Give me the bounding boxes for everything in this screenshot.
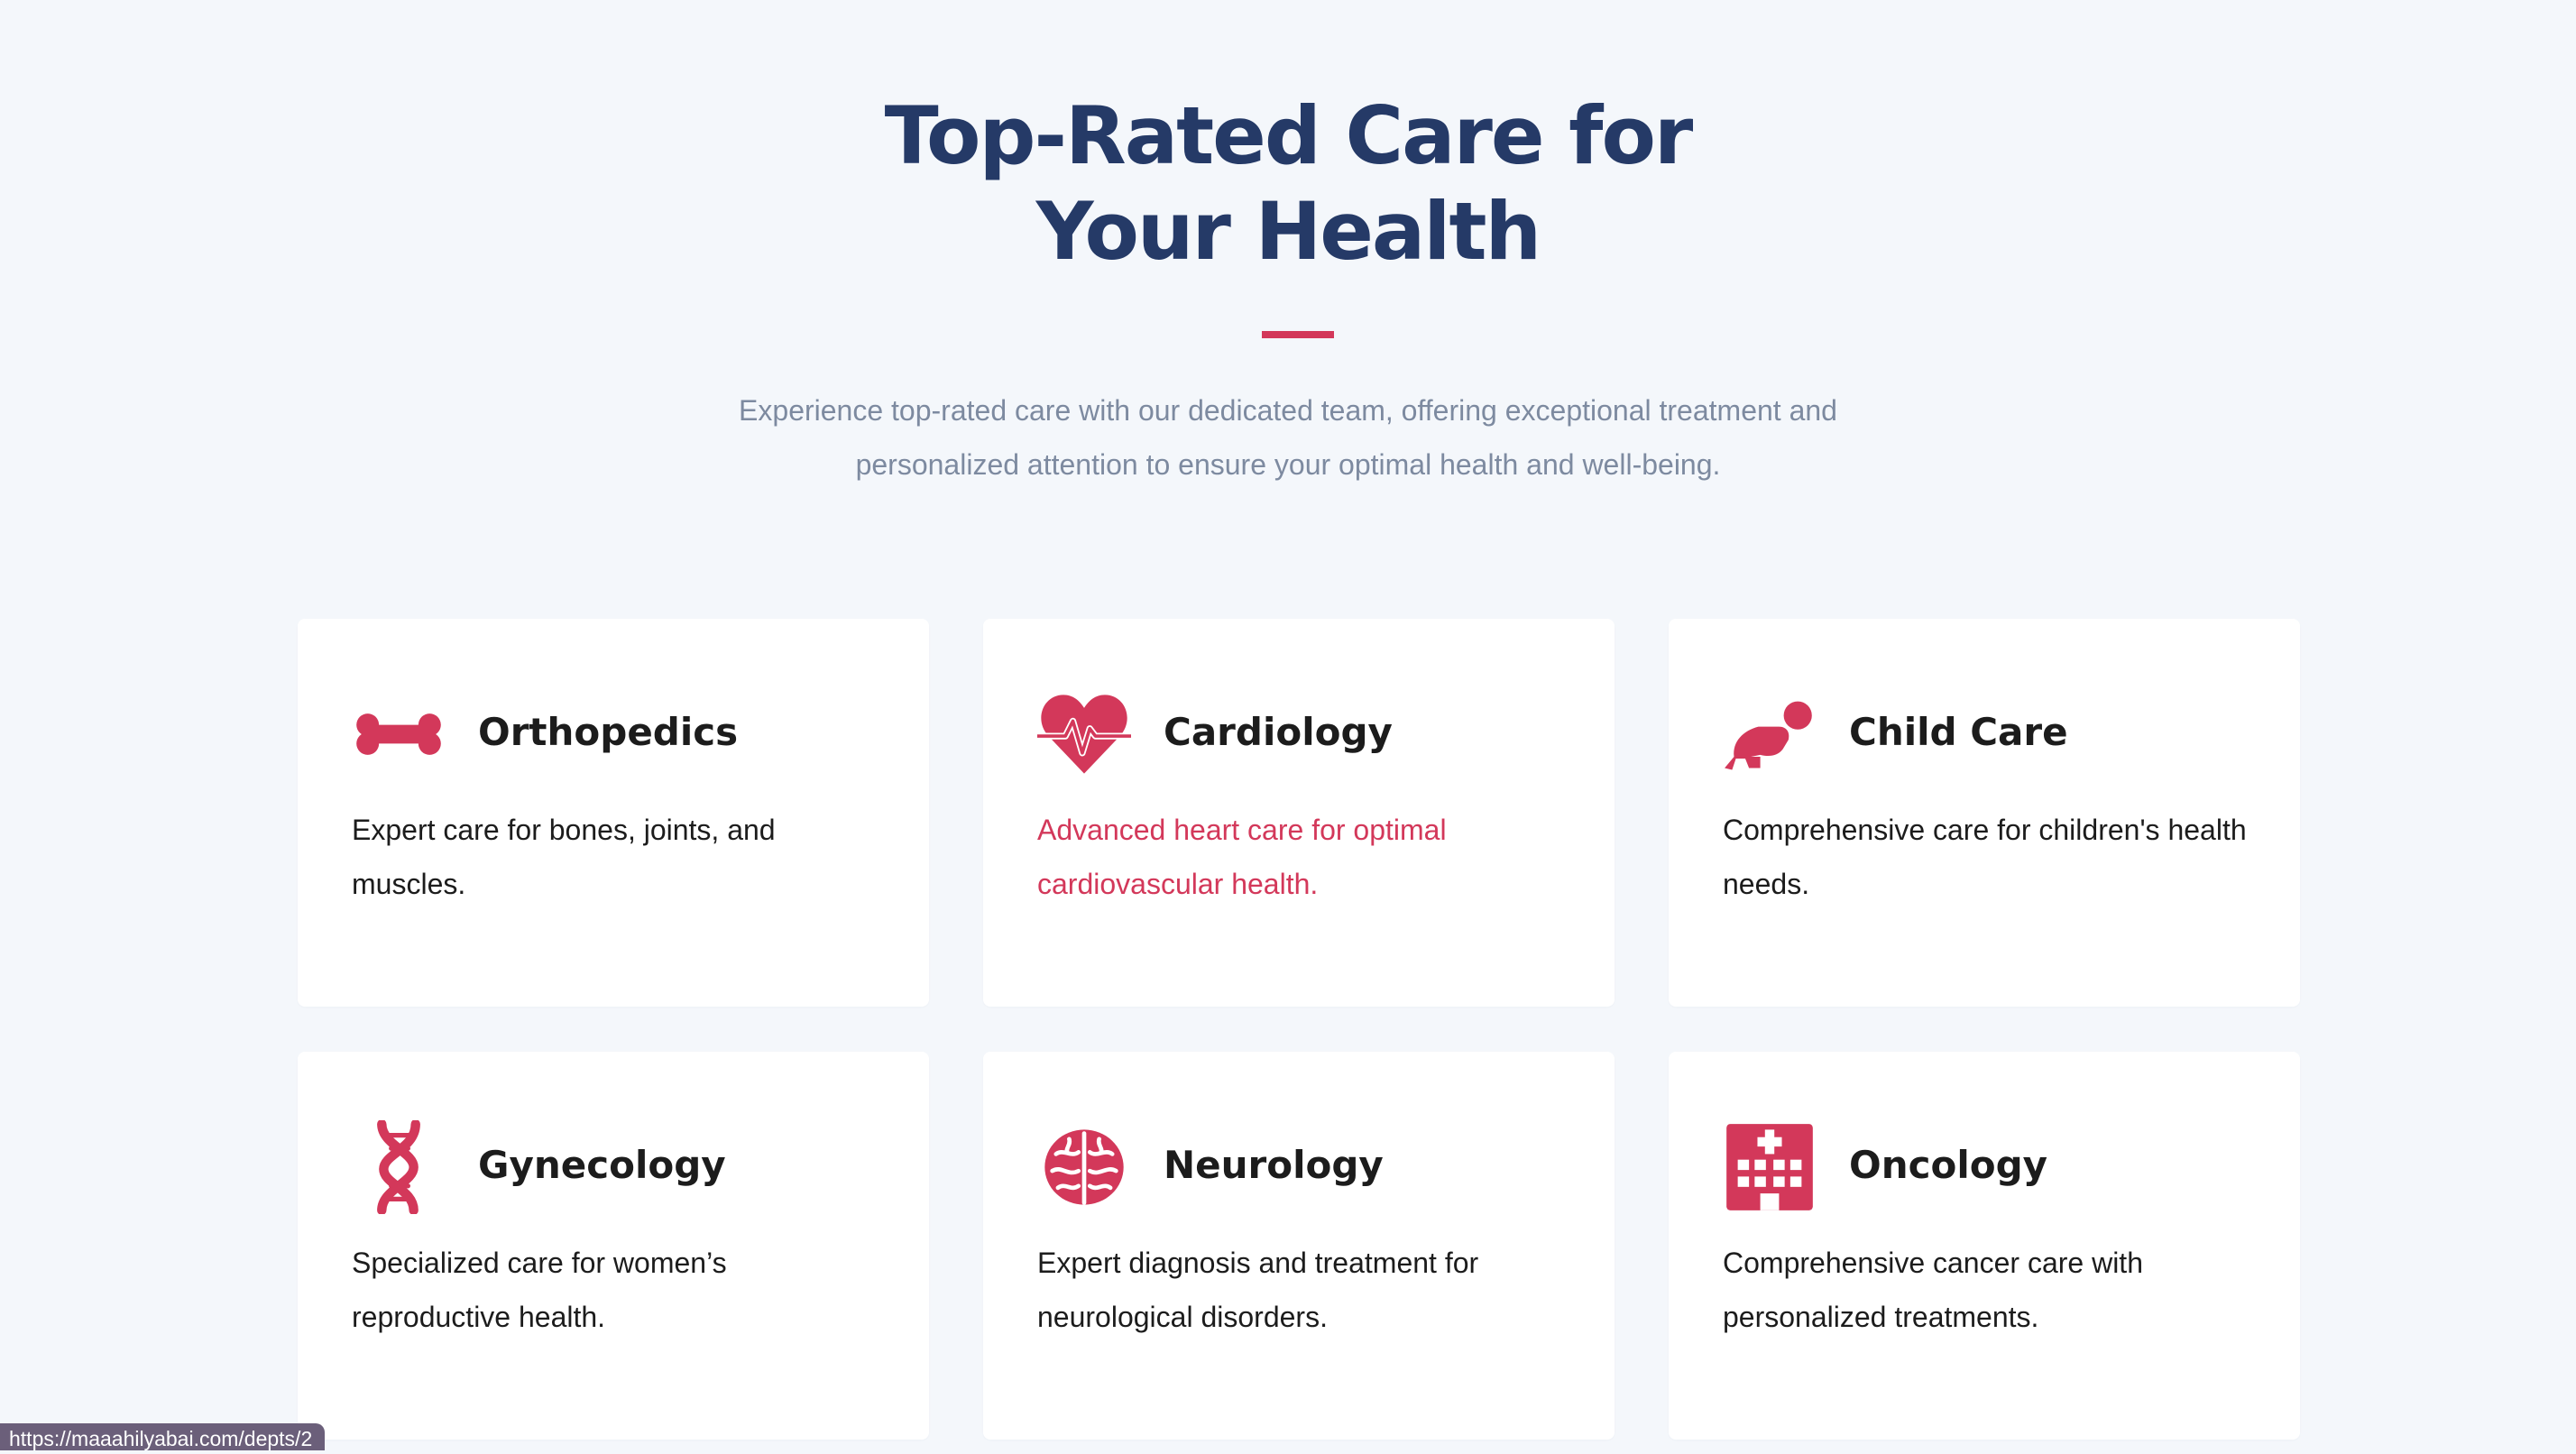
- title-divider: [1262, 331, 1334, 338]
- card-description: Expert diagnosis and treatment for neuro…: [1037, 1247, 1479, 1333]
- baby-crawling-icon: [1723, 687, 1817, 781]
- hospital-icon: [1723, 1120, 1817, 1214]
- bone-icon: [352, 687, 446, 781]
- card-title: Neurology: [1164, 1143, 1384, 1187]
- card-title: Orthopedics: [478, 710, 739, 754]
- section-title: Top-Rated Care for Your Health: [884, 89, 1694, 278]
- card-title: Oncology: [1849, 1143, 2048, 1187]
- card-description: Advanced heart care for optimal cardiova…: [1037, 814, 1447, 900]
- card-title: Gynecology: [478, 1143, 726, 1187]
- card-description: Expert care for bones, joints, and muscl…: [352, 814, 776, 900]
- card-title: Cardiology: [1164, 710, 1393, 754]
- department-card-neurology[interactable]: Neurology Expert diagnosis and treatment…: [983, 1052, 1615, 1440]
- card-description: Comprehensive care for children's health…: [1723, 814, 2247, 900]
- department-card-oncology[interactable]: Oncology Comprehensive cancer care with …: [1669, 1052, 2300, 1440]
- link-status-bar: https://maaahilyabai.com/depts/2: [0, 1423, 326, 1450]
- department-card-child-care[interactable]: Child Care Comprehensive care for childr…: [1669, 619, 2300, 1007]
- card-title: Child Care: [1849, 710, 2068, 754]
- card-description: Specialized care for women’s reproductiv…: [352, 1247, 727, 1333]
- dna-icon: [352, 1120, 446, 1214]
- department-card-orthopedics[interactable]: Orthopedics Expert care for bones, joint…: [298, 619, 929, 1007]
- card-description: Comprehensive cancer care with personali…: [1723, 1247, 2143, 1333]
- heartbeat-icon: [1037, 687, 1131, 781]
- departments-section: Top-Rated Care for Your Health Experienc…: [0, 0, 2576, 1450]
- department-card-gynecology[interactable]: Gynecology Specialized care for women’s …: [298, 1052, 929, 1440]
- department-card-cardiology[interactable]: Cardiology Advanced heart care for optim…: [983, 619, 1615, 1007]
- section-subtitle: Experience top-rated care with our dedic…: [739, 394, 1837, 481]
- brain-icon: [1037, 1120, 1131, 1214]
